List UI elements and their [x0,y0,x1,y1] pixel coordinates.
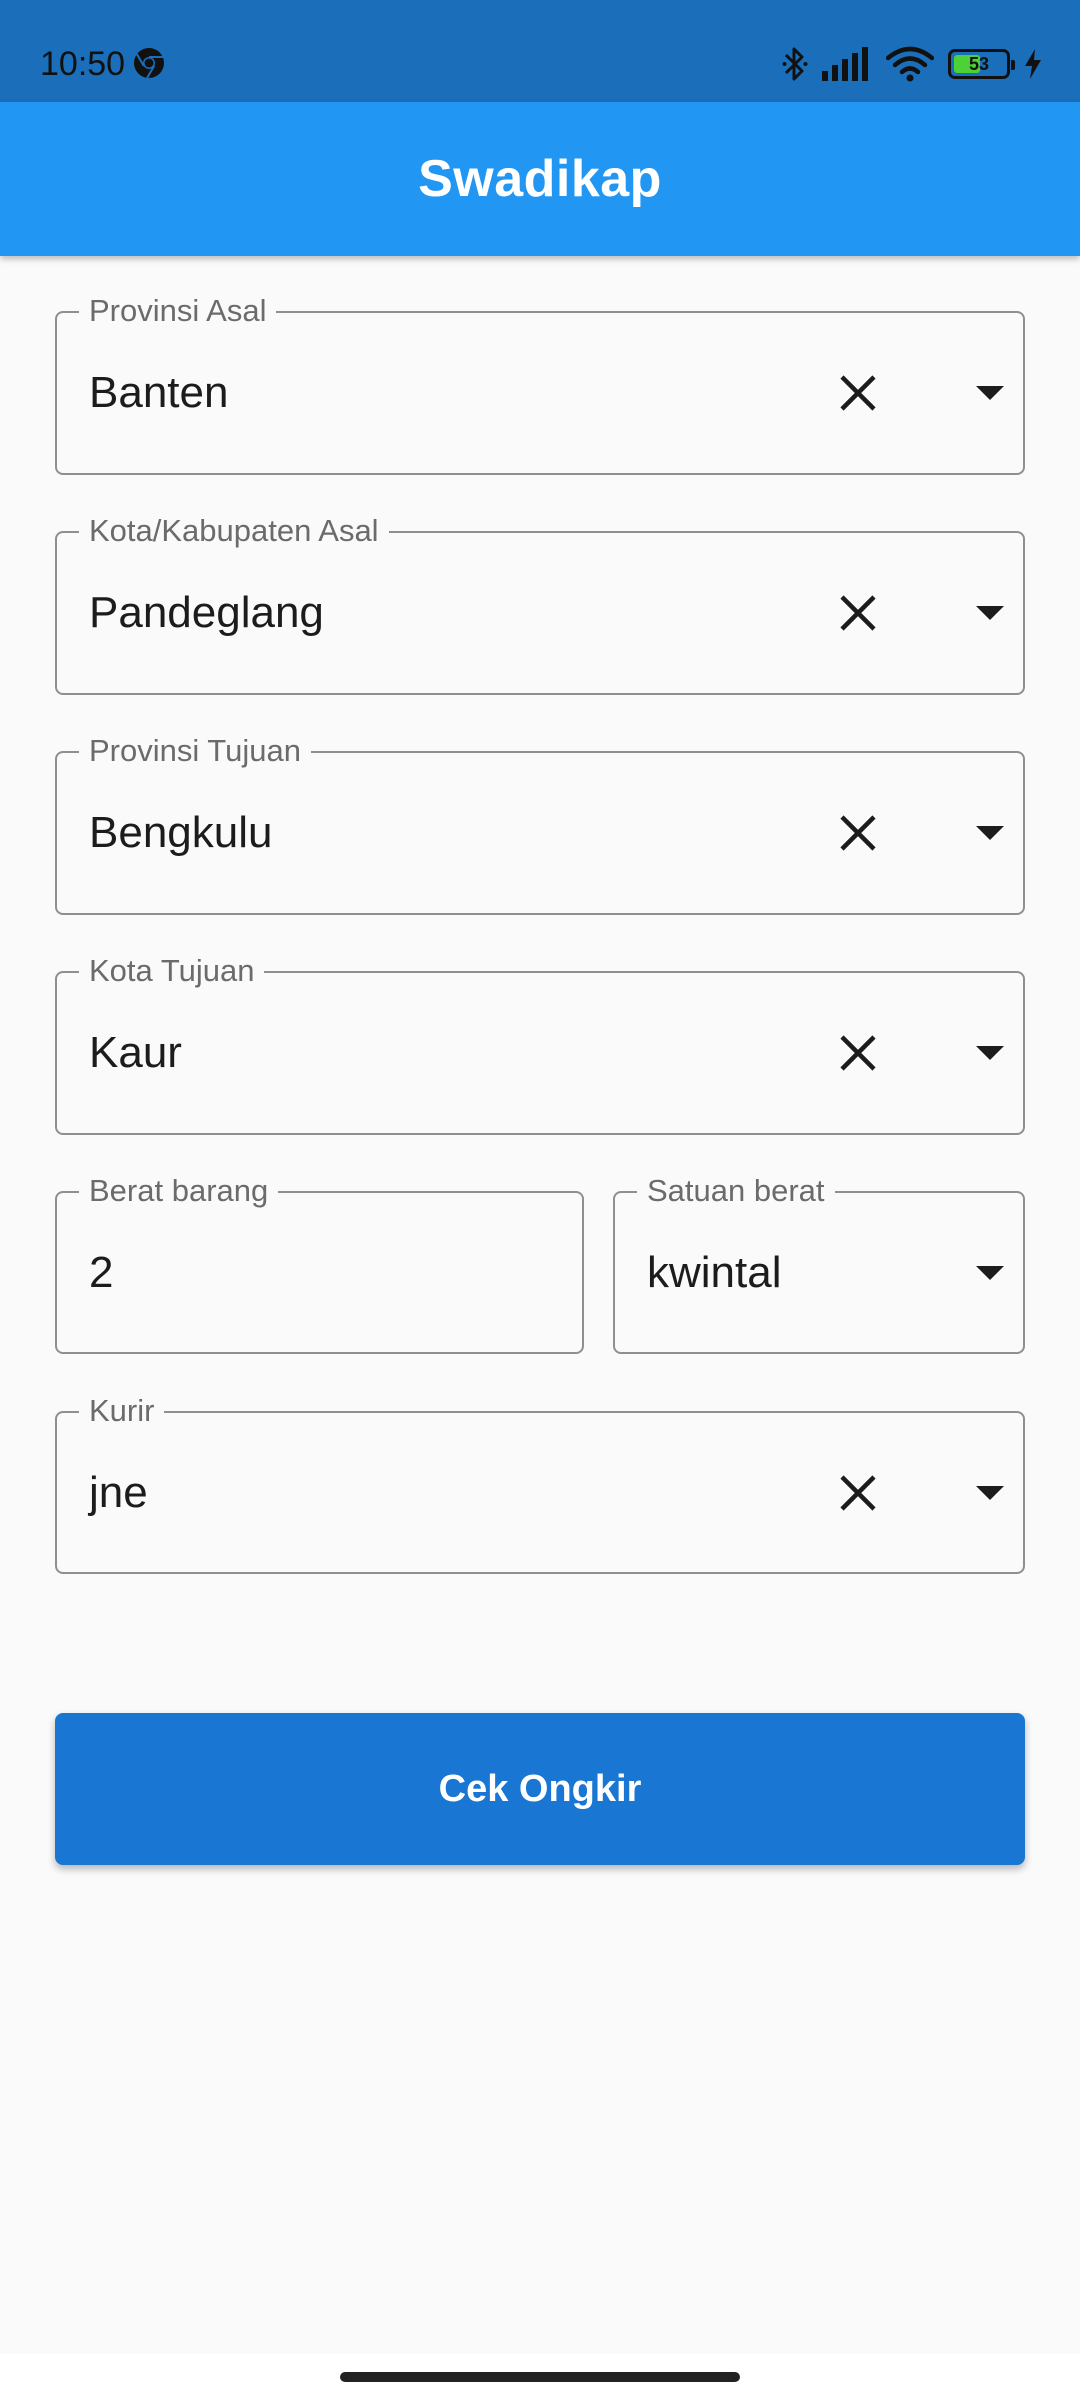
chevron-down-icon [976,1265,1004,1280]
battery-icon: 53 [948,49,1015,79]
kota-tujuan-value: Kaur [89,1028,182,1077]
status-icons: 53 [782,44,1042,84]
clear-provinsi-tujuan-button[interactable] [828,803,888,863]
satuan-berat-value: kwintal [647,1247,782,1297]
berat-barang-input[interactable]: Berat barang 2 [55,1172,584,1354]
kota-asal-dropdown-button[interactable] [960,583,1020,643]
kurir-dropdown[interactable]: Kurir jne [55,1392,1025,1574]
provinsi-tujuan-dropdown-button[interactable] [960,803,1020,863]
close-icon [840,815,876,851]
app-title: Swadikap [418,150,662,208]
provinsi-asal-value: Banten [89,368,229,417]
status-time: 10:50 [40,45,126,83]
provinsi-asal-dropdown-button[interactable] [960,363,1020,423]
wifi-icon [886,46,934,82]
battery-level: 53 [968,53,990,74]
close-icon [840,1035,876,1071]
clear-provinsi-asal-button[interactable] [828,363,888,423]
charging-icon [1025,49,1041,79]
chevron-down-icon [976,826,1004,840]
close-icon [840,595,876,631]
kota-tujuan-dropdown-button[interactable] [960,1023,1020,1083]
clear-kota-tujuan-button[interactable] [828,1023,888,1083]
chevron-down-icon [976,1046,1004,1060]
kota-tujuan-dropdown[interactable]: Kota Tujuan Kaur [55,952,1025,1135]
cek-ongkir-button[interactable]: Cek Ongkir [55,1713,1025,1865]
clear-kurir-button[interactable] [828,1463,888,1523]
app-bar: Swadikap [0,102,1080,256]
status-bar: 10:50 53 [0,0,1080,102]
kota-asal-dropdown[interactable]: Kota/Kabupaten Asal Pandeglang [55,512,1025,695]
provinsi-asal-dropdown[interactable]: Provinsi Asal Banten [55,292,1025,475]
provinsi-tujuan-dropdown[interactable]: Provinsi Tujuan Bengkulu [55,732,1025,915]
kurir-dropdown-button[interactable] [960,1463,1020,1523]
close-icon [840,375,876,411]
signal-icon [822,47,868,81]
chevron-down-icon [976,1485,1004,1500]
close-icon [840,1474,876,1511]
chevron-down-icon [976,386,1004,400]
provinsi-tujuan-value: Bengkulu [89,808,273,857]
clear-kota-asal-button[interactable] [828,583,888,643]
berat-barang-value: 2 [89,1247,114,1297]
kurir-value: jne [89,1467,148,1517]
bluetooth-icon [782,47,808,81]
chevron-down-icon [976,606,1004,620]
satuan-berat-dropdown-button[interactable] [960,1243,1020,1303]
chrome-icon [134,48,164,79]
satuan-berat-dropdown[interactable]: Satuan berat kwintal [613,1172,1025,1354]
home-indicator[interactable] [340,2372,740,2382]
kota-asal-value: Pandeglang [89,588,324,637]
